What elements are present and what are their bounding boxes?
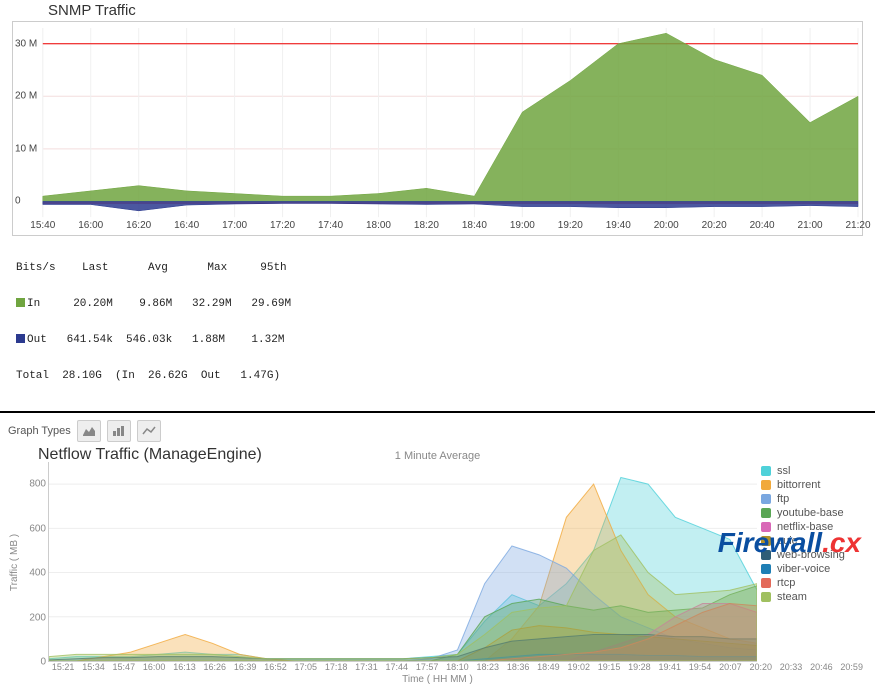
snmp-ytick: 0 [15,196,21,207]
netflow-xtick: 15:47 [109,662,139,672]
snmp-xtick: 20:20 [702,220,727,231]
graph-type-line-button[interactable] [137,420,161,442]
netflow-xtick: 17:44 [382,662,412,672]
legend-item-ftp[interactable]: ftp [761,492,867,506]
legend-label: ftp [777,493,789,505]
netflow-xtick: 19:02 [564,662,594,672]
netflow-xtick: 18:49 [533,662,563,672]
snmp-panel: SNMP Traffic 0 10 M 20 M 30 M 15:40 16:00 16:… [0,0,875,408]
brand-logo: Firewall.cx [718,527,861,559]
legend-item-ssl[interactable]: ssl [761,464,867,478]
snmp-xtick: 21:20 [846,220,871,231]
netflow-xtick: 17:57 [412,662,442,672]
panel-divider [0,411,875,413]
legend-swatch [761,592,771,602]
netflow-xtick: 20:33 [776,662,806,672]
netflow-chart [48,462,757,662]
area-chart-icon [82,425,96,437]
snmp-xtick: 16:40 [174,220,199,231]
netflow-xtick: 19:54 [685,662,715,672]
graph-type-bar-button[interactable] [107,420,131,442]
netflow-ytick: 800 [29,479,46,490]
netflow-xtick: 19:15 [594,662,624,672]
snmp-xtick: 18:00 [366,220,391,231]
netflow-xtick: 19:41 [655,662,685,672]
netflow-ytick: 0 [40,657,46,668]
snmp-xtick: 16:20 [126,220,151,231]
legend-label: steam [777,591,807,603]
snmp-xtick: 19:20 [558,220,583,231]
netflow-legend: sslbittorrentftpyoutube-basenetflix-base… [757,462,867,662]
legend-swatch [761,578,771,588]
toolbar-label: Graph Types [8,425,71,437]
netflow-ytick: 200 [29,612,46,623]
bar-chart-icon [112,425,126,437]
netflow-xtick: 16:52 [260,662,290,672]
netflow-xtick: 20:59 [837,662,867,672]
netflow-xtick: 20:07 [715,662,745,672]
legend-label: bittorrent [777,479,820,491]
graph-type-area-button[interactable] [77,420,101,442]
snmp-xtick: 15:40 [30,220,55,231]
netflow-toolbar: Graph Types [8,418,867,444]
snmp-xtick: 20:00 [654,220,679,231]
netflow-xtick: 20:46 [806,662,836,672]
snmp-xtick: 17:00 [222,220,247,231]
netflow-xtick: 18:10 [442,662,472,672]
snmp-legend: Bits/s Last Avg Max 95th In 20.20M 9.86M… [8,236,867,408]
netflow-ylabel: Traffic ( MB ) [10,533,21,590]
legend-swatch [761,564,771,574]
legend-swatch [761,494,771,504]
line-chart-icon [142,425,156,437]
snmp-chart: 0 10 M 20 M 30 M 15:40 16:00 16:20 16:40 17:00 1… [12,21,863,236]
snmp-ytick: 30 M [15,38,37,49]
netflow-xtick: 15:21 [48,662,78,672]
netflow-xtick: 16:26 [200,662,230,672]
netflow-ytick: 400 [29,568,46,579]
snmp-xtick: 16:00 [78,220,103,231]
netflow-xtick: 18:23 [473,662,503,672]
snmp-xtick: 20:40 [750,220,775,231]
netflow-xtick: 16:00 [139,662,169,672]
netflow-xtick: 17:31 [351,662,381,672]
snmp-xtick: 21:00 [798,220,823,231]
legend-label: ssl [777,465,790,477]
legend-swatch [761,466,771,476]
snmp-ytick: 10 M [15,143,37,154]
netflow-xtick: 18:36 [503,662,533,672]
snmp-xtick: 18:20 [414,220,439,231]
legend-label: youtube-base [777,507,844,519]
snmp-xtick: 17:20 [270,220,295,231]
legend-item-viber-voice[interactable]: viber-voice [761,562,867,576]
snmp-xtick: 19:40 [606,220,631,231]
snmp-ytick: 20 M [15,91,37,102]
netflow-xtick: 16:39 [230,662,260,672]
legend-item-rtcp[interactable]: rtcp [761,576,867,590]
snmp-xtick: 18:40 [462,220,487,231]
netflow-xtick: 15:34 [78,662,108,672]
netflow-xlabel: Time ( HH MM ) [8,672,867,687]
legend-swatch [761,508,771,518]
legend-swatch [761,480,771,490]
snmp-xtick: 17:40 [318,220,343,231]
netflow-xtick: 19:28 [624,662,654,672]
legend-item-youtube-base[interactable]: youtube-base [761,506,867,520]
netflow-xtick: 17:05 [291,662,321,672]
legend-item-steam[interactable]: steam [761,590,867,604]
legend-item-bittorrent[interactable]: bittorrent [761,478,867,492]
snmp-xtick: 19:00 [510,220,535,231]
snmp-title: SNMP Traffic [8,0,867,21]
legend-label: rtcp [777,577,795,589]
netflow-xtick: 16:13 [169,662,199,672]
netflow-xtick: 17:18 [321,662,351,672]
netflow-xtick: 20:20 [746,662,776,672]
netflow-ytick: 600 [29,523,46,534]
